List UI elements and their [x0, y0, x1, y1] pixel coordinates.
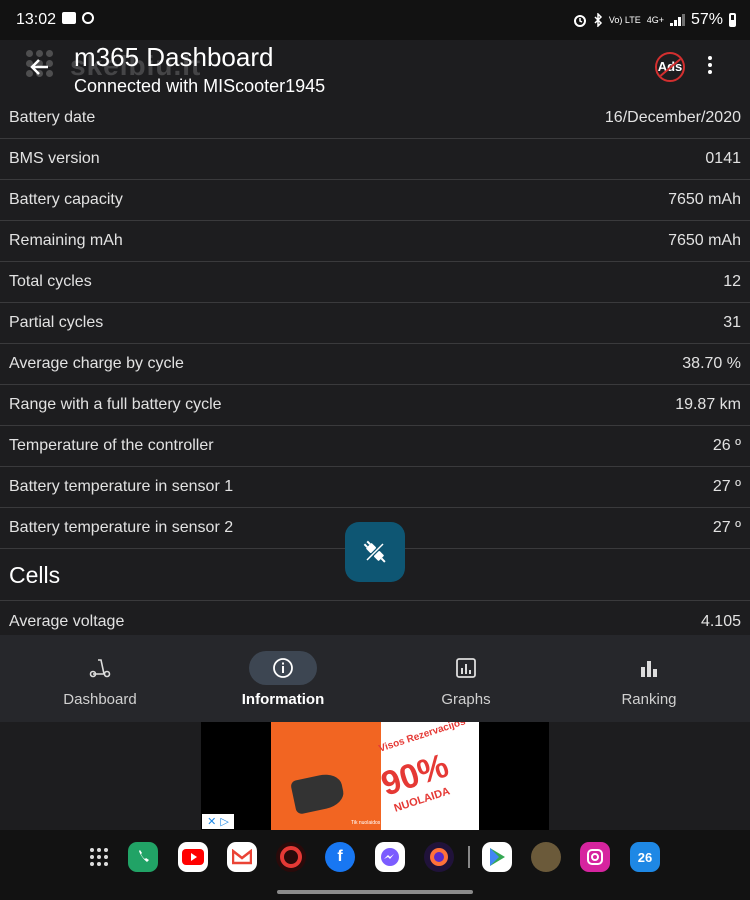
network-type-label: Vo) LTE [608, 14, 641, 25]
instagram-icon[interactable] [580, 842, 610, 872]
nav-ranking[interactable]: Ranking [559, 635, 739, 722]
row-label: BMS version [9, 150, 100, 167]
megaphone-icon [290, 771, 346, 815]
back-arrow-icon[interactable] [28, 54, 50, 85]
row-value: 27 º [712, 478, 741, 495]
row-value: 38.70 % [682, 355, 741, 372]
row-label: Temperature of the controller [9, 437, 214, 454]
ad-creative[interactable]: Visos Rezervacijos 90% NUOLAIDA Tik nuol… [271, 722, 479, 830]
nav-label: Information [241, 691, 325, 708]
row-label: Average charge by cycle [9, 355, 184, 372]
row-label: Average voltage [9, 612, 125, 630]
ad-choices-icon[interactable]: ▷ [220, 815, 228, 828]
network-type-label-2: 4G+ [646, 14, 664, 25]
disconnect-fab[interactable] [345, 522, 405, 582]
info-row-total-cycles: Total cycles 12 [0, 262, 750, 303]
row-label: Partial cycles [9, 314, 104, 331]
ranking-icon [615, 651, 683, 685]
row-value: 7650 mAh [668, 232, 741, 249]
info-row-range: Range with a full battery cycle 19.87 km [0, 385, 750, 426]
status-notification-icons [62, 12, 94, 24]
bluetooth-icon [594, 13, 602, 27]
gallery-notification-icon [62, 12, 76, 24]
info-row-controller-temperature: Temperature of the controller 26 º [0, 426, 750, 467]
row-value: 27 º [712, 519, 741, 536]
play-store-icon[interactable] [482, 842, 512, 872]
row-value: 0141 [705, 150, 741, 167]
dock-separator [468, 846, 470, 868]
nav-label: Dashboard [63, 691, 137, 708]
app-title: m365 Dashboard [74, 42, 274, 72]
row-value: 12 [723, 273, 741, 290]
youtube-icon[interactable] [178, 842, 208, 872]
app-notification-icon [82, 12, 94, 24]
facebook-icon[interactable]: f [325, 842, 355, 872]
app-dock: f 26 [0, 830, 750, 900]
info-row-battery-capacity: Battery capacity 7650 mAh [0, 180, 750, 221]
ad-banner-area: Visos Rezervacijos 90% NUOLAIDA Tik nuol… [0, 722, 750, 830]
photo-app-icon[interactable] [531, 842, 561, 872]
battery-percent: 57% [690, 11, 723, 28]
nav-dashboard[interactable]: Dashboard [10, 635, 190, 722]
app-red-icon[interactable] [276, 842, 306, 872]
row-value: 31 [723, 314, 741, 331]
remove-ads-button[interactable]: Ads [655, 52, 685, 82]
signal-icon [669, 14, 685, 26]
unplug-icon [363, 540, 386, 563]
nav-graphs[interactable]: Graphs [376, 635, 556, 722]
bar-chart-icon [432, 651, 500, 685]
row-label: Battery temperature in sensor 2 [9, 519, 234, 536]
row-value: 26 º [712, 437, 741, 454]
info-row-battery-date: Battery date 16/December/2020 [0, 98, 750, 139]
status-time: 13:02 [16, 11, 57, 28]
firefox-icon[interactable] [424, 842, 454, 872]
status-bar: 13:02 Vo) LTE 4G+ 57% [0, 0, 750, 40]
status-right-icons: Vo) LTE 4G+ 57% [573, 11, 736, 29]
overflow-menu-icon[interactable] [708, 56, 712, 74]
gmail-icon[interactable] [227, 842, 257, 872]
row-value: 7650 mAh [668, 191, 741, 208]
info-row-remaining-mah: Remaining mAh 7650 mAh [0, 221, 750, 262]
row-label: Remaining mAh [9, 232, 123, 249]
nav-label: Graphs [441, 691, 491, 708]
scooter-icon [66, 651, 134, 685]
close-icon[interactable]: ✕ [207, 815, 216, 828]
battery-icon [729, 13, 736, 27]
info-row-partial-cycles: Partial cycles 31 [0, 303, 750, 344]
info-row-bms-version: BMS version 0141 [0, 139, 750, 180]
info-icon [249, 651, 317, 685]
row-value: 19.87 km [675, 396, 741, 413]
row-value: 16/December/2020 [604, 109, 741, 126]
row-label: Range with a full battery cycle [9, 396, 222, 413]
bottom-navigation: Dashboard Information Graphs Ranking [0, 635, 750, 722]
messenger-icon[interactable] [375, 842, 405, 872]
ad-choices-button[interactable]: ✕ ▷ [202, 814, 234, 829]
nav-label: Ranking [621, 691, 677, 708]
phone-icon[interactable] [128, 842, 158, 872]
row-label: Battery temperature in sensor 1 [9, 478, 234, 495]
info-row-average-charge: Average charge by cycle 38.70 % [0, 344, 750, 385]
row-label: Total cycles [9, 273, 92, 290]
app-bar: skelbiu.lt m365 Dashboard Connected with… [0, 40, 750, 102]
row-value: 4.105 [700, 612, 741, 630]
apps-grid-icon[interactable] [84, 842, 114, 872]
home-indicator[interactable] [277, 890, 473, 894]
alarm-icon [573, 15, 586, 27]
info-row-battery-temp-sensor-1: Battery temperature in sensor 1 27 º [0, 467, 750, 508]
ad-fine-print: Tik nuolaidos programėlėje rezervuojant [351, 820, 440, 826]
row-label: Battery capacity [9, 191, 123, 208]
row-label: Battery date [9, 109, 96, 126]
connection-subtitle: Connected with MIScooter1945 [74, 76, 326, 96]
nav-information[interactable]: Information [193, 635, 373, 722]
calendar-icon[interactable]: 26 [630, 842, 660, 872]
